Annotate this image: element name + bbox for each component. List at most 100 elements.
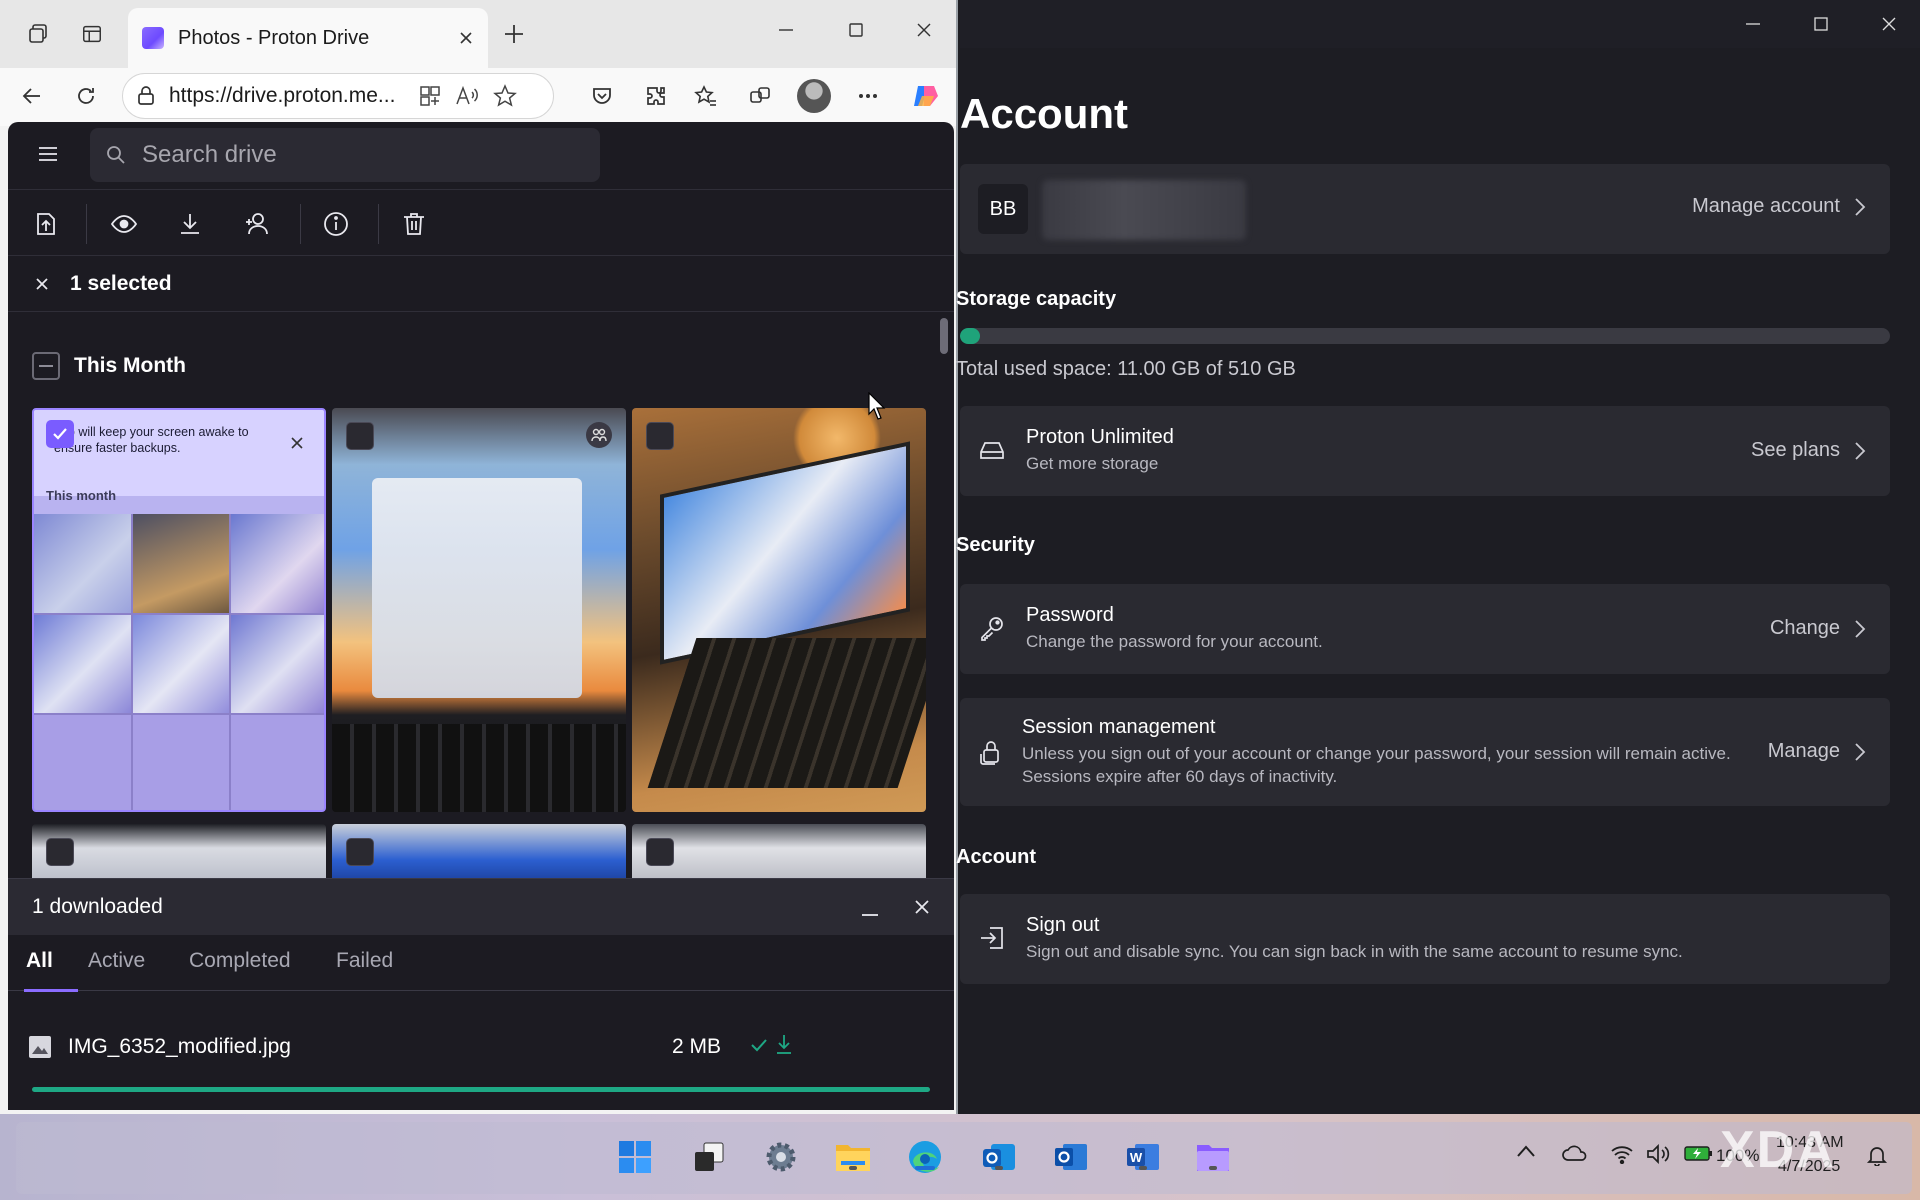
maximize-button[interactable] [834,8,878,52]
outlook-new-icon[interactable] [976,1134,1022,1180]
image-file-icon [28,1035,52,1059]
tab-active[interactable]: Active [88,949,145,973]
sign-out-subtitle: Sign out and disable sync. You can sign … [1026,942,1683,961]
section-title: This Month [74,354,186,377]
back-icon[interactable] [10,74,54,118]
file-explorer-icon[interactable] [830,1134,876,1180]
chevron-right-icon [1855,619,1866,638]
storage-bar [960,328,1890,344]
pocket-icon[interactable] [580,74,624,118]
word-icon[interactable]: W [1120,1134,1166,1180]
search-input[interactable]: Search drive [90,128,600,182]
sign-out-card[interactable]: Sign out Sign out and disable sync. You … [960,894,1890,984]
close-tab-icon[interactable] [458,30,474,46]
photo-thumbnail[interactable] [632,408,926,812]
manage-sessions-button[interactable]: Manage [1768,740,1866,763]
photo-thumbnail[interactable] [332,408,626,812]
vertical-tabs-icon[interactable] [70,12,114,56]
select-month-checkbox[interactable] [32,352,60,380]
password-subtitle: Change the password for your account. [1026,632,1323,651]
photo-selected-checkbox[interactable] [46,420,74,448]
edge-browser-icon[interactable] [902,1134,948,1180]
task-view-icon[interactable] [686,1134,732,1180]
photo-thumbnail-selected[interactable]: app will keep your screen awake to ensur… [32,408,326,812]
close-window-button[interactable] [1866,8,1912,40]
profile-avatar[interactable] [792,74,836,118]
proton-drive-page: Search drive 1 selected This Month app w… [8,122,954,1110]
details-info-icon[interactable] [322,210,350,238]
check-icon [750,1037,768,1053]
tab-completed[interactable]: Completed [189,949,291,973]
collections-icon[interactable] [738,74,782,118]
change-password-button[interactable]: Change [1770,617,1866,640]
trash-icon[interactable] [400,210,428,238]
session-management-card[interactable]: Session management Unless you sign out o… [960,698,1890,806]
minimize-button[interactable] [764,8,808,52]
read-aloud-icon[interactable] [455,85,479,107]
proton-drive-app-icon[interactable] [1190,1134,1236,1180]
outlook-classic-icon[interactable] [1048,1134,1094,1180]
battery-icon[interactable] [1684,1144,1714,1162]
password-card[interactable]: Password Change the password for your ac… [960,584,1890,674]
plan-card[interactable]: Proton Unlimited Get more storage See pl… [960,406,1890,496]
see-plans-button[interactable]: See plans [1751,439,1866,462]
photo-checkbox[interactable] [346,838,374,866]
chevron-right-icon [1855,742,1866,761]
tab-all[interactable]: All [26,949,53,973]
extensions-icon[interactable] [634,74,678,118]
volume-icon[interactable] [1646,1144,1672,1164]
new-tab-button[interactable] [492,12,536,56]
download-icon[interactable] [176,210,204,238]
show-hidden-icons-chevron-icon[interactable] [1516,1144,1536,1158]
photo-checkbox[interactable] [646,838,674,866]
page-scrollbar[interactable] [940,318,948,354]
toolbar-divider [378,204,379,244]
close-window-button[interactable] [902,8,946,52]
account-settings-window: Account BB Manage account Storage capaci… [956,0,1920,1114]
download-size: 2 MB [672,1035,722,1058]
clear-selection-icon[interactable] [34,276,50,292]
download-progress-fill [32,1087,930,1092]
app-available-icon[interactable] [419,85,441,107]
search-icon [106,145,126,165]
preview-eye-icon[interactable] [110,210,138,238]
start-windows-icon[interactable] [612,1134,658,1180]
tab-failed[interactable]: Failed [336,949,393,973]
browser-tab[interactable]: Photos - Proton Drive [128,8,488,68]
photo-thumbnail[interactable] [632,824,926,884]
change-label: Change [1769,617,1840,639]
maximize-button[interactable] [1798,8,1844,40]
settings-gear-icon[interactable] [758,1134,804,1180]
download-complete-icon [774,1033,794,1055]
active-app-indicator [915,1166,935,1170]
share-upload-icon[interactable] [32,210,60,238]
onedrive-cloud-icon[interactable] [1562,1144,1588,1162]
photo-thumbnail[interactable] [332,824,626,884]
copilot-icon[interactable] [904,74,948,118]
photo-checkbox[interactable] [346,422,374,450]
favorite-star-icon[interactable] [493,84,517,108]
download-item: IMG_6352_modified.jpg 2 MB [8,991,954,1110]
see-plans-label: See plans [1751,439,1840,461]
workspaces-icon[interactable] [16,12,60,56]
notifications-bell-icon[interactable] [1866,1144,1888,1166]
lock-icon [137,86,155,106]
address-bar[interactable]: https://drive.proton.me... [122,73,554,119]
more-options-icon[interactable] [846,74,890,118]
share-user-icon[interactable] [242,210,270,238]
download-filename: IMG_6352_modified.jpg [68,1035,291,1058]
account-section-heading: Account [956,846,1036,868]
minimize-panel-icon[interactable] [860,899,880,919]
photo-thumbnail[interactable] [32,824,326,884]
chevron-right-icon [1855,197,1866,216]
hamburger-menu-icon[interactable] [36,142,60,166]
minimize-button[interactable] [1730,8,1776,40]
favorites-icon[interactable] [684,74,728,118]
close-panel-icon[interactable] [914,899,930,915]
photo-checkbox[interactable] [646,422,674,450]
wifi-icon[interactable] [1610,1144,1634,1164]
month-section-header: This Month [32,352,186,380]
refresh-icon[interactable] [64,74,108,118]
photo-checkbox[interactable] [46,838,74,866]
manage-account-button[interactable]: Manage account [1692,195,1866,218]
